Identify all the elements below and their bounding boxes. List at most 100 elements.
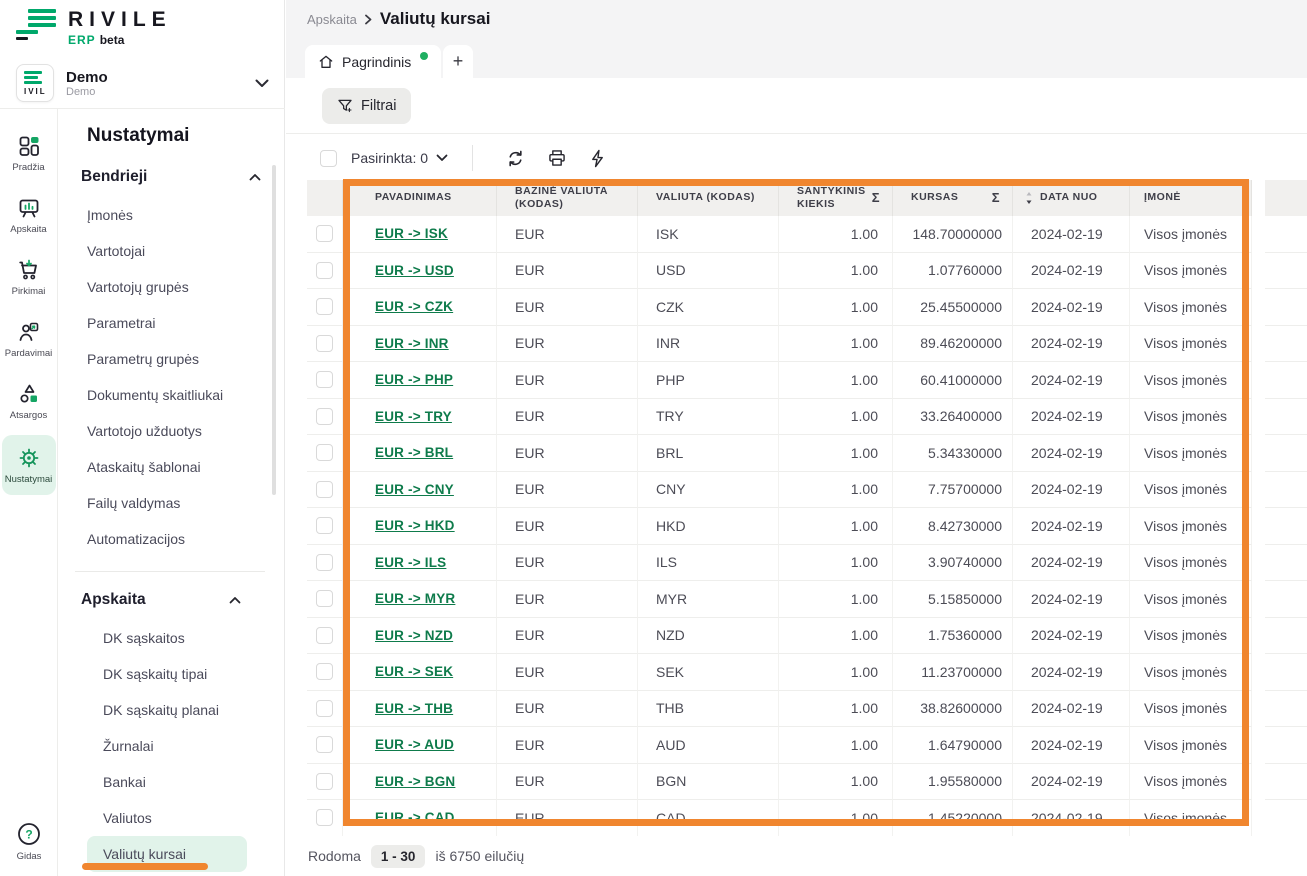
row-checkbox[interactable] [316, 335, 333, 352]
tab-pagrindinis[interactable]: Pagrindinis [305, 45, 441, 78]
settings-menu: Nustatymai Bendrieji Įmonės Vartotojai V… [59, 109, 285, 876]
empty-cell [1265, 654, 1307, 691]
base-currency-cell: EUR [497, 289, 638, 326]
row-checkbox[interactable] [316, 225, 333, 242]
column-header-pavadinimas[interactable]: PAVADINIMAS [343, 180, 497, 216]
relative-amount-cell: 1.00 [779, 216, 893, 253]
row-checkbox[interactable] [316, 663, 333, 680]
column-header-valiuta[interactable]: VALIUTA (KODAS) [638, 180, 779, 216]
chevron-down-icon[interactable] [436, 154, 448, 162]
currency-pair-link[interactable]: EUR -> AUD [375, 737, 454, 752]
currency-pair-link[interactable]: EUR -> SEK [375, 664, 453, 679]
currency-pair-link[interactable]: EUR -> MYR [375, 591, 455, 606]
sidebar-scrollbar[interactable] [272, 165, 276, 495]
currency-pair-link[interactable]: EUR -> BGN [375, 774, 455, 789]
row-checkbox[interactable] [316, 773, 333, 790]
currency-pair-link[interactable]: EUR -> ISK [375, 226, 448, 241]
sidebar-item[interactable]: Žurnalai [87, 728, 247, 764]
currency-pair-link[interactable]: EUR -> HKD [375, 518, 455, 533]
row-checkbox[interactable] [316, 700, 333, 717]
refresh-button[interactable] [495, 149, 536, 168]
sidebar-item[interactable]: Bankai [87, 764, 247, 800]
column-header-kursas[interactable]: KURSAS Σ [893, 180, 1013, 216]
rail-item-pardavimai[interactable]: Pardavimai [2, 311, 56, 367]
sum-icon[interactable]: Σ [872, 190, 880, 206]
rail-item-pirkimai[interactable]: Pirkimai [2, 249, 56, 305]
sidebar-item[interactable]: DK sąskaitų tipai [87, 656, 247, 692]
currency-pair-link[interactable]: EUR -> THB [375, 701, 453, 716]
breadcrumb-parent[interactable]: Apskaita [307, 12, 357, 27]
column-header-imone[interactable]: ĮMONĖ [1130, 180, 1252, 216]
sidebar-item[interactable]: Failų valdymas [71, 485, 267, 521]
empty-cell [1265, 800, 1307, 837]
row-checkbox[interactable] [316, 262, 333, 279]
sales-person-icon [17, 320, 41, 344]
rail-item-gidas[interactable]: ? Gidas [0, 821, 58, 862]
sidebar-item[interactable]: Parametrai [71, 305, 267, 341]
date-from-cell: 2024-02-19 [1013, 654, 1130, 691]
currency-pair-link[interactable]: EUR -> CAD [375, 810, 455, 825]
currency-pair-link[interactable]: EUR -> USD [375, 263, 454, 278]
currency-pair-link[interactable]: EUR -> CNY [375, 482, 454, 497]
row-checkbox[interactable] [316, 371, 333, 388]
sidebar-item[interactable]: Automatizacijos [71, 521, 267, 557]
currency-pair-link[interactable]: EUR -> TRY [375, 409, 452, 424]
print-button[interactable] [536, 148, 578, 168]
rail-item-nustatymai[interactable]: Nustatymai [2, 435, 56, 495]
currency-pair-link[interactable]: EUR -> CZK [375, 299, 453, 314]
row-checkbox[interactable] [316, 408, 333, 425]
row-checkbox[interactable] [316, 736, 333, 753]
add-tab-button[interactable]: + [443, 45, 473, 78]
sidebar-item[interactable]: Parametrų grupės [71, 341, 267, 377]
date-from-cell: 2024-02-19 [1013, 399, 1130, 436]
table-header: PAVADINIMAS BAZINĖ VALIUTA (KODAS) VALIU… [307, 180, 1307, 216]
rail-item-atsargos[interactable]: Atsargos [2, 373, 56, 429]
currency-pair-link[interactable]: EUR -> BRL [375, 445, 453, 460]
company-cell: Visos įmonės [1130, 654, 1252, 691]
sidebar-section-header[interactable]: Bendrieji [59, 157, 285, 197]
sidebar-item[interactable]: Dokumentų skaitliukai [71, 377, 267, 413]
row-checkbox[interactable] [316, 554, 333, 571]
currency-pair-link[interactable]: EUR -> ILS [375, 555, 446, 570]
currency-pair-link[interactable]: EUR -> NZD [375, 628, 453, 643]
empty-cell [1265, 362, 1307, 399]
column-header-santykinis-kiekis[interactable]: SANTYKINIS KIEKIS Σ [779, 180, 893, 216]
rail-item-apskaita[interactable]: Apskaita [2, 187, 56, 243]
row-checkbox[interactable] [316, 590, 333, 607]
table-row: EUR -> ILS EUR ILS 1.00 3.90740000 2024-… [307, 545, 1307, 582]
currency-pair-link[interactable]: EUR -> PHP [375, 372, 453, 387]
sidebar-item[interactable]: DK sąskaitos [87, 620, 247, 656]
sidebar-item[interactable]: Įmonės [71, 197, 267, 233]
row-checkbox[interactable] [316, 298, 333, 315]
sidebar-section-header[interactable]: Apskaita [75, 580, 265, 620]
rail-item-pradzia[interactable]: Pradžia [2, 125, 56, 181]
row-checkbox[interactable] [316, 627, 333, 644]
row-checkbox[interactable] [316, 809, 333, 826]
sidebar-item[interactable]: Valiutos [87, 800, 247, 836]
column-header-data-nuo[interactable]: DATA NUO [1013, 180, 1130, 216]
currency-code-cell: ISK [638, 216, 779, 253]
chevron-up-icon [249, 173, 261, 181]
date-from-cell: 2024-02-19 [1013, 727, 1130, 764]
rate-cell: 1.45220000 [893, 800, 1013, 837]
select-all-checkbox[interactable] [320, 150, 337, 167]
row-checkbox[interactable] [316, 444, 333, 461]
sidebar-item[interactable]: Vartotojai [71, 233, 267, 269]
sidebar-item[interactable]: DK sąskaitų planai [87, 692, 247, 728]
pagination-range[interactable]: 1 - 30 [371, 845, 426, 868]
empty-cell [1265, 764, 1307, 801]
automation-button[interactable] [578, 149, 617, 168]
filters-button[interactable]: Filtrai [322, 88, 411, 124]
row-checkbox[interactable] [316, 481, 333, 498]
sidebar-item[interactable]: Ataskaitų šablonai [71, 449, 267, 485]
sidebar-item[interactable]: Valiutų kursai [87, 836, 247, 872]
sidebar-item[interactable]: Vartotojo užduotys [71, 413, 267, 449]
sum-icon[interactable]: Σ [992, 190, 1000, 206]
column-header-bazine-valiuta[interactable]: BAZINĖ VALIUTA (KODAS) [497, 180, 638, 216]
table-row: EUR -> USD EUR USD 1.00 1.07760000 2024-… [307, 253, 1307, 290]
row-checkbox[interactable] [316, 517, 333, 534]
sidebar-item[interactable]: Vartotojų grupės [71, 269, 267, 305]
company-selector[interactable]: IVIL Demo Demo [0, 58, 285, 108]
base-currency-cell: EUR [497, 764, 638, 801]
currency-pair-link[interactable]: EUR -> INR [375, 336, 449, 351]
